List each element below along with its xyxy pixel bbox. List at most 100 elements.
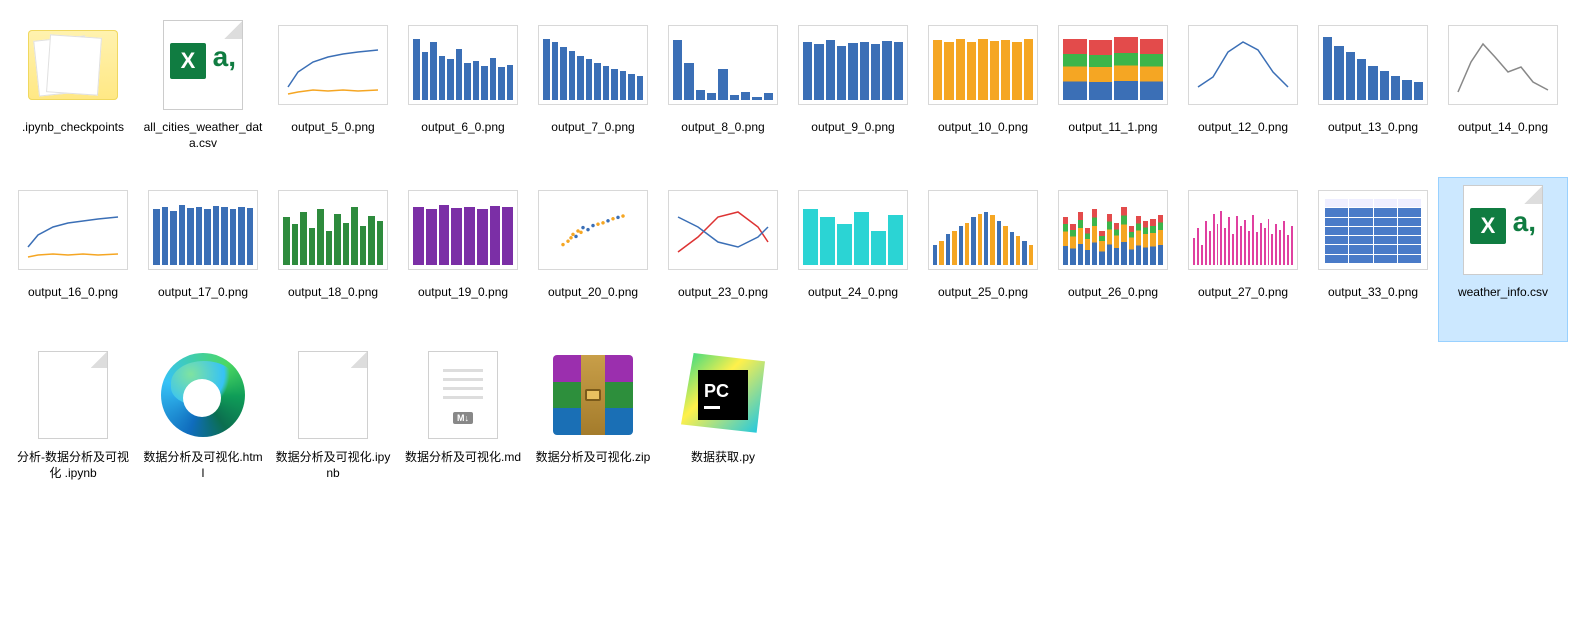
file-item[interactable]: output_13_0.png: [1308, 12, 1438, 177]
file-thumbnail: [18, 347, 128, 443]
file-name-label: output_11_1.png: [1068, 119, 1157, 135]
file-name-label: output_17_0.png: [158, 284, 248, 300]
file-thumbnail: [928, 182, 1038, 278]
chart-thumbnail: [148, 190, 258, 270]
file-name-label: output_8_0.png: [681, 119, 764, 135]
file-thumbnail: [668, 17, 778, 113]
file-name-label: output_5_0.png: [291, 119, 374, 135]
file-item[interactable]: output_27_0.png: [1178, 177, 1308, 342]
chart-thumbnail: [798, 25, 908, 105]
file-name-label: output_9_0.png: [811, 119, 894, 135]
pycharm-icon: PC: [681, 353, 765, 437]
chart-thumbnail: [538, 25, 648, 105]
file-name-label: 数据分析及可视化.zip: [536, 449, 651, 465]
file-thumbnail: PC: [668, 347, 778, 443]
file-thumbnail: [1318, 182, 1428, 278]
file-item[interactable]: output_16_0.png: [8, 177, 138, 342]
file-item[interactable]: 数据分析及可视化.zip: [528, 342, 658, 507]
chart-thumbnail: [408, 190, 518, 270]
file-thumbnail: [18, 182, 128, 278]
file-item[interactable]: output_23_0.png: [658, 177, 788, 342]
file-thumbnail: [1058, 182, 1168, 278]
file-name-label: output_26_0.png: [1068, 284, 1158, 300]
chart-thumbnail: [928, 25, 1038, 105]
file-item[interactable]: PC 数据获取.py: [658, 342, 788, 507]
file-item[interactable]: output_7_0.png: [528, 12, 658, 177]
excel-x-badge: X: [170, 43, 206, 79]
file-thumbnail: Xa,: [1448, 182, 1558, 278]
file-item[interactable]: output_17_0.png: [138, 177, 268, 342]
file-item[interactable]: Xa, weather_info.csv: [1438, 177, 1568, 342]
file-item[interactable]: 分析-数据分析及可视化 .ipynb: [8, 342, 138, 507]
file-name-label: output_18_0.png: [288, 284, 378, 300]
file-thumbnail: [408, 182, 518, 278]
file-item[interactable]: output_24_0.png: [788, 177, 918, 342]
file-name-label: output_12_0.png: [1198, 119, 1288, 135]
file-item[interactable]: output_9_0.png: [788, 12, 918, 177]
file-item[interactable]: output_12_0.png: [1178, 12, 1308, 177]
file-name-label: output_16_0.png: [28, 284, 118, 300]
chart-thumbnail: [538, 190, 648, 270]
file-name-label: output_20_0.png: [548, 284, 638, 300]
file-item[interactable]: output_8_0.png: [658, 12, 788, 177]
chart-thumbnail: [278, 25, 388, 105]
file-item[interactable]: output_20_0.png: [528, 177, 658, 342]
chart-thumbnail: [1058, 190, 1168, 270]
generic-file-icon: [38, 351, 108, 439]
file-thumbnail: [1058, 17, 1168, 113]
file-name-label: 数据分析及可视化.md: [405, 449, 521, 465]
file-thumbnail: [668, 182, 778, 278]
file-thumbnail: [18, 17, 128, 113]
chart-thumbnail: [928, 190, 1038, 270]
file-item[interactable]: M↓ 数据分析及可视化.md: [398, 342, 528, 507]
file-item[interactable]: output_33_0.png: [1308, 177, 1438, 342]
file-name-label: output_27_0.png: [1198, 284, 1288, 300]
edge-browser-icon: [161, 353, 245, 437]
excel-a-text: a,: [213, 41, 236, 73]
excel-x-badge: X: [1470, 208, 1506, 244]
file-item[interactable]: output_5_0.png: [268, 12, 398, 177]
file-name-label: 分析-数据分析及可视化 .ipynb: [13, 449, 133, 481]
file-thumbnail: [1188, 182, 1298, 278]
file-thumbnail: [408, 17, 518, 113]
excel-a-text: a,: [1513, 206, 1536, 238]
file-item[interactable]: output_18_0.png: [268, 177, 398, 342]
winrar-icon: [553, 355, 633, 435]
file-thumbnail: M↓: [408, 347, 518, 443]
file-thumbnail: [928, 17, 1038, 113]
file-item[interactable]: 数据分析及可视化.ipynb: [268, 342, 398, 507]
file-name-label: output_24_0.png: [808, 284, 898, 300]
file-name-label: output_25_0.png: [938, 284, 1028, 300]
file-thumbnail: [798, 182, 908, 278]
file-item[interactable]: output_26_0.png: [1048, 177, 1178, 342]
file-thumbnail: [538, 182, 648, 278]
file-thumbnail: [538, 347, 648, 443]
chart-thumbnail: [1188, 25, 1298, 105]
file-grid: .ipynb_checkpoints Xa, all_cities_weather_…: [8, 12, 1586, 507]
file-item[interactable]: output_10_0.png: [918, 12, 1048, 177]
chart-thumbnail: [18, 190, 128, 270]
file-name-label: 数据获取.py: [691, 449, 755, 465]
file-name-label: all_cities_weather_data.csv: [143, 119, 263, 151]
file-thumbnail: [278, 347, 388, 443]
file-item[interactable]: .ipynb_checkpoints: [8, 12, 138, 177]
file-thumbnail: [798, 17, 908, 113]
file-item[interactable]: output_14_0.png: [1438, 12, 1568, 177]
chart-thumbnail: [1188, 190, 1298, 270]
file-thumbnail: [1188, 17, 1298, 113]
file-item[interactable]: Xa, all_cities_weather_data.csv: [138, 12, 268, 177]
file-item[interactable]: output_25_0.png: [918, 177, 1048, 342]
file-item[interactable]: output_6_0.png: [398, 12, 528, 177]
file-item[interactable]: output_11_1.png: [1048, 12, 1178, 177]
chart-thumbnail: [798, 190, 908, 270]
file-name-label: output_14_0.png: [1458, 119, 1548, 135]
file-name-label: .ipynb_checkpoints: [22, 119, 124, 135]
file-thumbnail: [538, 17, 648, 113]
generic-file-icon: [298, 351, 368, 439]
chart-thumbnail: [668, 25, 778, 105]
chart-thumbnail: [668, 190, 778, 270]
file-item[interactable]: 数据分析及可视化.html: [138, 342, 268, 507]
file-item[interactable]: output_19_0.png: [398, 177, 528, 342]
file-name-label: weather_info.csv: [1458, 284, 1548, 300]
file-name-label: output_23_0.png: [678, 284, 768, 300]
